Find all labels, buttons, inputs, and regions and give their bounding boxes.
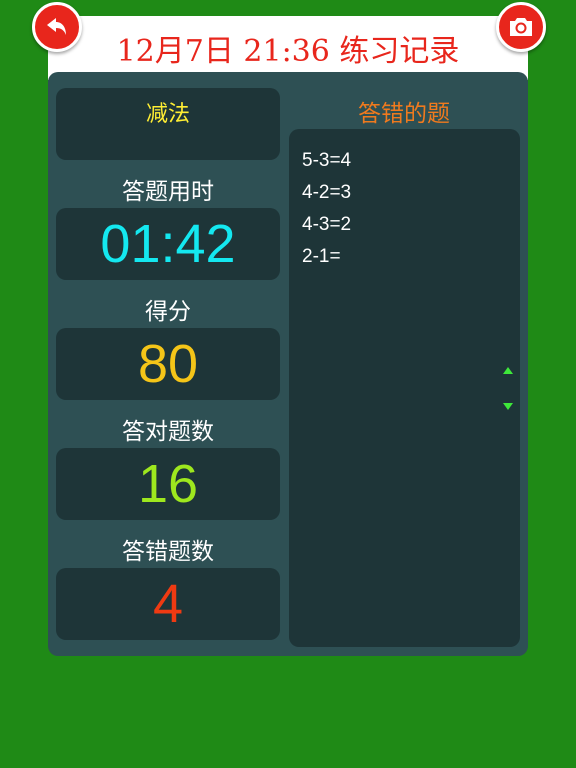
list-item: 5-3=4 bbox=[302, 150, 352, 171]
time-label: 答题用时 bbox=[122, 179, 214, 205]
list-item: 2-1= bbox=[302, 246, 341, 267]
score-label: 得分 bbox=[145, 299, 191, 325]
back-button[interactable] bbox=[32, 2, 82, 52]
list-item: 4-2=3 bbox=[302, 182, 352, 203]
wrong-questions-list[interactable]: 5-3=4 4-2=3 4-3=2 2-1= bbox=[289, 129, 520, 647]
camera-button[interactable] bbox=[496, 2, 546, 52]
undo-arrow-icon bbox=[47, 18, 66, 35]
camera-icon bbox=[510, 18, 532, 36]
time-value: 01:42 bbox=[100, 214, 236, 274]
wrong-count-value: 4 bbox=[152, 574, 184, 634]
header-bar: 12月7日 21:36 练习记录 bbox=[48, 16, 528, 80]
correct-count-box: 16 bbox=[56, 448, 280, 520]
wrong-count-box: 4 bbox=[56, 568, 280, 640]
correct-count-value: 16 bbox=[137, 454, 199, 514]
wrong-count-label: 答错题数 bbox=[122, 539, 214, 565]
wrong-questions-title: 答错的题 bbox=[358, 101, 450, 127]
scroll-down-button[interactable] bbox=[502, 401, 514, 411]
correct-count-label: 答对题数 bbox=[122, 419, 214, 445]
mode-label: 减法 bbox=[145, 102, 190, 127]
score-box: 80 bbox=[56, 328, 280, 400]
triangle-down-icon bbox=[503, 402, 513, 410]
scroll-up-button[interactable] bbox=[502, 365, 514, 375]
triangle-up-icon bbox=[503, 366, 513, 374]
mode-box: 减法 bbox=[56, 88, 280, 160]
time-box: 01:42 bbox=[56, 208, 280, 280]
page-title: 12月7日 21:36 练习记录 bbox=[116, 34, 460, 69]
wrong-questions-items: 5-3=4 4-2=3 4-3=2 2-1= bbox=[289, 129, 520, 273]
record-panel: 减法 答题用时 01:42 得分 80 答对题数 16 答错题数 4 答错的题 … bbox=[48, 72, 528, 656]
list-item: 4-3=2 bbox=[302, 214, 352, 235]
score-value: 80 bbox=[137, 334, 199, 394]
